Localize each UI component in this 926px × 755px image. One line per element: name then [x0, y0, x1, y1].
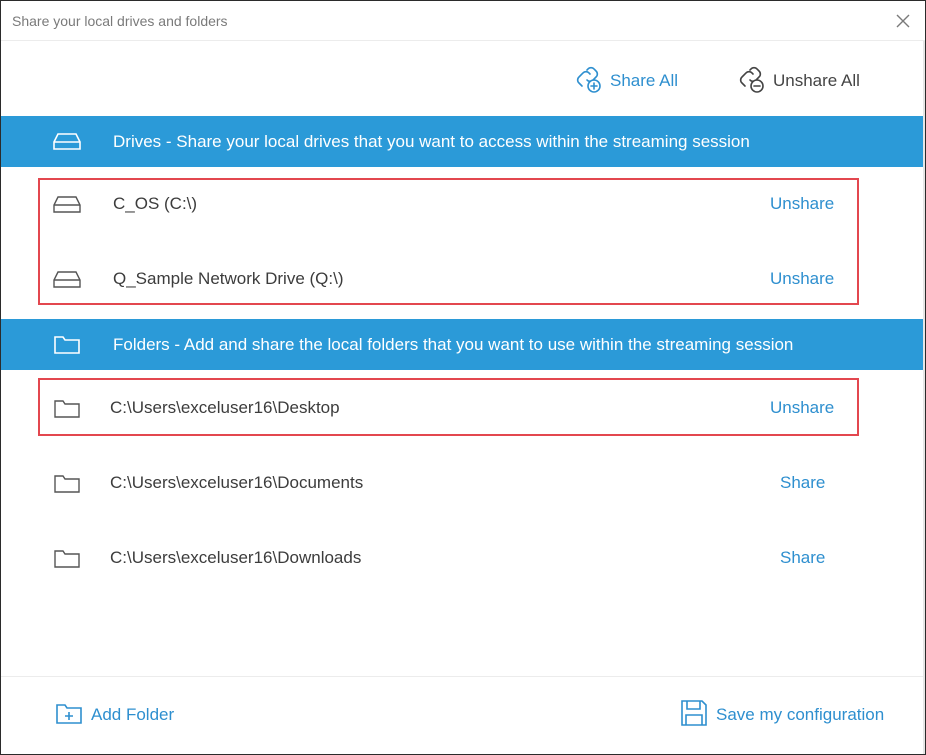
folder-row: C:\Users\exceluser16\Documents Share — [1, 462, 923, 502]
dialog-title: Share your local drives and folders — [12, 13, 228, 29]
folder-share-button[interactable]: Share — [780, 548, 825, 568]
folder-highlight-box — [38, 378, 859, 436]
drives-section-header: Drives - Share your local drives that yo… — [1, 116, 923, 167]
add-folder-label: Add Folder — [91, 705, 175, 724]
folder-icon — [53, 332, 81, 361]
folder-icon — [53, 546, 81, 575]
save-configuration-button[interactable]: Save my configuration — [680, 699, 884, 731]
share-all-label: Share All — [610, 71, 679, 90]
folder-row: C:\Users\exceluser16\Downloads Share — [1, 537, 923, 577]
folders-section-header: Folders - Add and share the local folder… — [1, 319, 923, 370]
add-folder-button[interactable]: Add Folder — [55, 699, 174, 731]
folder-path: C:\Users\exceluser16\Documents — [110, 473, 364, 492]
share-drives-dialog: Share your local drives and folders Shar… — [0, 0, 926, 755]
hard-drive-icon — [53, 129, 81, 158]
folder-share-button[interactable]: Share — [780, 473, 825, 493]
link-add-icon — [574, 64, 604, 99]
footer-divider — [1, 676, 923, 677]
unshare-all-label: Unshare All — [773, 71, 860, 90]
folders-section-title: Folders - Add and share the local folder… — [113, 334, 794, 354]
scrollbar-track — [923, 41, 925, 754]
folder-icon — [53, 471, 81, 500]
close-icon[interactable] — [893, 11, 913, 31]
link-remove-icon — [737, 64, 767, 99]
title-bar: Share your local drives and folders — [1, 1, 925, 41]
drives-highlight-box — [38, 178, 859, 305]
floppy-disk-icon — [680, 699, 708, 732]
save-configuration-label: Save my configuration — [716, 705, 885, 724]
unshare-all-button[interactable]: Unshare All — [737, 65, 860, 97]
share-all-button[interactable]: Share All — [574, 65, 678, 97]
folder-path: C:\Users\exceluser16\Downloads — [110, 548, 362, 567]
drives-section-title: Drives - Share your local drives that yo… — [113, 131, 750, 151]
folder-add-icon — [55, 701, 83, 730]
